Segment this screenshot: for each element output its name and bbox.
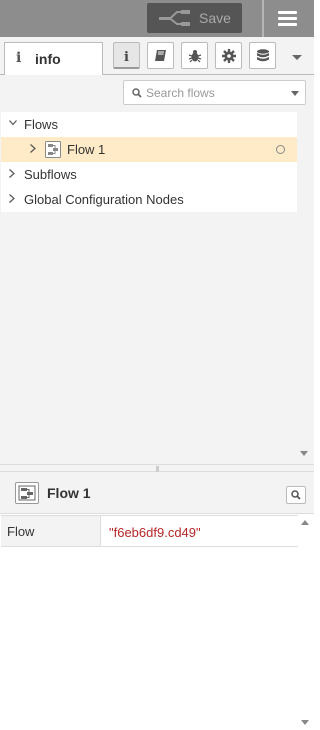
tree-label-flow-1: Flow 1 (67, 142, 106, 157)
tree-row-flow-1[interactable]: Flow 1 (1, 137, 297, 162)
hamburger-menu-icon (278, 11, 297, 14)
flow-status-indicator (276, 145, 285, 154)
chevron-right-icon[interactable] (9, 169, 15, 178)
svg-text:i: i (124, 50, 129, 63)
search-box[interactable] (123, 80, 306, 105)
deploy-button[interactable]: Save (147, 3, 242, 33)
search-area (0, 75, 314, 111)
database-icon (257, 49, 269, 62)
flow-icon (15, 482, 39, 504)
info-tab-button[interactable]: i (113, 42, 140, 69)
gear-icon (222, 49, 236, 63)
context-tab-button[interactable] (249, 42, 276, 69)
config-tab-button[interactable] (215, 42, 242, 69)
property-key: Flow (7, 524, 35, 539)
flow-tree-panel: Flows Flow 1 Subflows Global Configurati… (0, 111, 314, 464)
hamburger-line (278, 17, 297, 20)
deploy-icon (159, 10, 190, 26)
flow-icon (45, 141, 61, 158)
tree-row-subflows[interactable]: Subflows (1, 162, 297, 187)
sidebar-tab-bar: i info i (0, 37, 314, 76)
header-bar: Save (0, 0, 314, 37)
search-icon (291, 490, 301, 500)
tab-info[interactable]: i info (4, 42, 103, 76)
book-icon (155, 50, 166, 61)
scroll-up-arrow-icon[interactable] (301, 520, 309, 526)
deploy-button-label: Save (199, 10, 231, 26)
flow-icon (18, 485, 36, 501)
chevron-down-icon[interactable] (291, 91, 299, 96)
info-panel-header: Flow 1 (0, 472, 314, 514)
flow-tree: Flows Flow 1 Subflows Global Configurati… (1, 112, 297, 212)
tree-row-global-config[interactable]: Global Configuration Nodes (1, 187, 297, 212)
debug-tab-button[interactable] (181, 42, 208, 69)
main-menu-button[interactable] (264, 0, 314, 37)
help-tab-button[interactable] (147, 42, 174, 69)
tree-row-flows[interactable]: Flows (1, 112, 297, 137)
tab-menu-caret-icon[interactable] (287, 50, 307, 64)
show-in-workspace-button[interactable] (286, 486, 306, 504)
tree-label-flows: Flows (24, 117, 58, 132)
info-panel-body: Flow "f6eb6df9.cd49" (0, 514, 314, 730)
tree-label-subflows: Subflows (24, 167, 77, 182)
info-icon: i (124, 50, 129, 63)
property-value: "f6eb6df9.cd49" (109, 525, 201, 540)
chevron-right-icon[interactable] (9, 194, 15, 203)
bug-icon (188, 50, 202, 63)
scroll-down-arrow-icon[interactable] (301, 720, 309, 726)
chevron-right-icon[interactable] (30, 144, 36, 153)
property-row: Flow "f6eb6df9.cd49" (1, 515, 298, 547)
search-icon (132, 88, 142, 98)
tab-info-label: info (35, 51, 61, 67)
info-panel-title: Flow 1 (47, 485, 91, 501)
property-key-cell: Flow (1, 516, 101, 546)
tree-label-global-config: Global Configuration Nodes (24, 192, 184, 207)
panel-splitter[interactable] (0, 464, 314, 472)
hamburger-line (278, 23, 297, 26)
scroll-down-arrow-icon[interactable] (300, 451, 308, 457)
chevron-down-icon[interactable] (9, 120, 17, 126)
info-icon: i (16, 50, 22, 66)
search-input[interactable] (146, 83, 286, 102)
